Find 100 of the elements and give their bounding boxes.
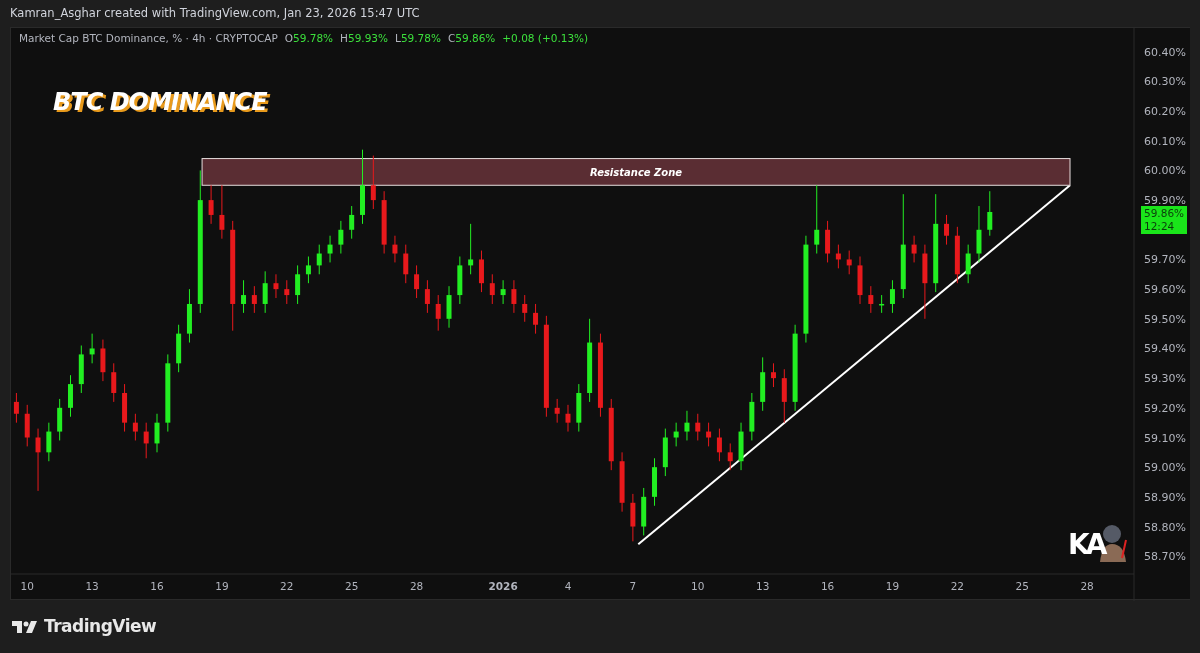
candlestick	[652, 457, 657, 507]
brand-logo-icon	[12, 618, 38, 635]
ohlc-value: O59.78%	[284, 32, 334, 44]
candlestick	[403, 244, 409, 284]
candlestick	[835, 244, 841, 269]
candlestick	[846, 250, 852, 275]
candlestick	[186, 288, 192, 344]
price-axis-label: 58.70%	[1144, 550, 1186, 564]
price-axis-label: 60.20%	[1144, 105, 1186, 119]
price-axis-label: 59.50%	[1144, 312, 1186, 326]
candlestick	[446, 285, 452, 329]
time-axis-label: 22	[950, 580, 965, 592]
candlestick	[781, 368, 787, 424]
candlestick	[143, 422, 149, 459]
time-axis-label: 25	[1015, 580, 1029, 592]
time-axis-label: 13	[85, 580, 99, 592]
time-axis-label: 13	[756, 580, 770, 592]
price-axis-label: 58.90%	[1144, 490, 1186, 504]
candlestick	[554, 398, 560, 424]
author-logo: KA	[1066, 514, 1128, 562]
time-axis-label: 7	[629, 580, 637, 592]
candlestick	[327, 235, 333, 263]
time-axis-label: 19	[885, 580, 900, 592]
symbol-title: Market Cap BTC Dominance, % · 4h · CRYPTOCAP	[19, 32, 278, 44]
candlestick	[132, 413, 138, 441]
candlestick	[641, 487, 647, 536]
bar-countdown: 12:24	[1144, 220, 1176, 233]
candlestick	[316, 244, 322, 275]
candlestick	[478, 250, 484, 293]
candlestick	[100, 339, 106, 382]
price-axis-label: 60.00%	[1144, 164, 1186, 178]
candlestick	[889, 279, 895, 314]
candlestick	[154, 413, 160, 453]
candlestick	[241, 279, 247, 314]
credit-text: Kamran_Asghar created with TradingView.com, Jan 23, 2026 15:47 UTC	[10, 6, 420, 20]
time-axis-label: 10	[20, 580, 34, 592]
candlestick	[825, 220, 831, 263]
ohlc-value: H59.93%	[340, 32, 388, 44]
time-axis-label: 16	[820, 580, 835, 592]
candlestick	[370, 155, 376, 210]
candlestick	[944, 214, 950, 246]
candlestick	[13, 392, 19, 424]
price-change: +0.08 (+0.13%)	[502, 32, 589, 44]
candlestick	[987, 190, 993, 237]
candlestick	[208, 184, 214, 225]
ohlc-value: L59.78%	[395, 32, 441, 44]
candlestick	[305, 256, 311, 284]
price-axis-label: 59.70%	[1144, 253, 1186, 267]
time-axis-label: 28	[409, 580, 424, 592]
candlestick	[706, 422, 712, 447]
candlestick	[630, 493, 636, 542]
candlestick	[35, 428, 41, 492]
candlestick	[857, 256, 863, 305]
time-axis-label: 2026	[488, 580, 518, 592]
candlestick	[489, 273, 495, 305]
price-axis-label: 58.80%	[1144, 520, 1186, 534]
current-price: 59.86%	[1144, 207, 1184, 220]
candlestick	[965, 244, 971, 284]
time-axis-label: 19	[215, 580, 229, 592]
candlestick	[122, 383, 128, 433]
candlestick	[511, 279, 517, 314]
price-axis-label: 59.40%	[1144, 342, 1186, 356]
candlestick	[468, 223, 474, 275]
candlestick	[684, 410, 690, 441]
price-axis-label: 60.10%	[1144, 134, 1186, 148]
candlestick	[46, 422, 52, 462]
candlestick	[716, 428, 722, 462]
candlestick	[695, 413, 701, 441]
candlestick	[522, 294, 528, 323]
time-axis-label: 28	[1080, 580, 1094, 592]
candlestick	[349, 205, 355, 240]
candlestick	[251, 285, 257, 314]
candlestick	[457, 256, 463, 305]
candlestick	[738, 422, 744, 471]
brand-name: TradingView	[44, 614, 157, 638]
candlestick	[424, 279, 430, 314]
price-axis-label: 59.20%	[1144, 401, 1186, 415]
candlestick	[771, 362, 776, 388]
candlestick	[219, 184, 225, 240]
candlestick	[727, 442, 733, 471]
candlestick	[78, 345, 84, 394]
candlestick	[57, 398, 63, 441]
time-axis-label: 4	[564, 580, 572, 592]
candlestick	[500, 279, 506, 305]
candlestick	[954, 226, 960, 284]
candlestick	[295, 264, 301, 305]
candlestick	[89, 333, 95, 364]
candlestick	[868, 285, 874, 314]
candlestick	[435, 294, 441, 332]
candlestick	[911, 235, 917, 263]
time-axis-label: 22	[280, 580, 294, 592]
candlestick	[262, 270, 268, 314]
candlestick	[414, 264, 420, 299]
price-axis-label: 59.10%	[1144, 431, 1186, 445]
candlestick	[111, 362, 117, 403]
price-axis-label: 60.30%	[1144, 75, 1186, 89]
time-axis-label: 10	[691, 580, 705, 592]
candlestick	[338, 220, 344, 254]
candlestick	[976, 205, 982, 263]
candlestick	[565, 404, 571, 433]
